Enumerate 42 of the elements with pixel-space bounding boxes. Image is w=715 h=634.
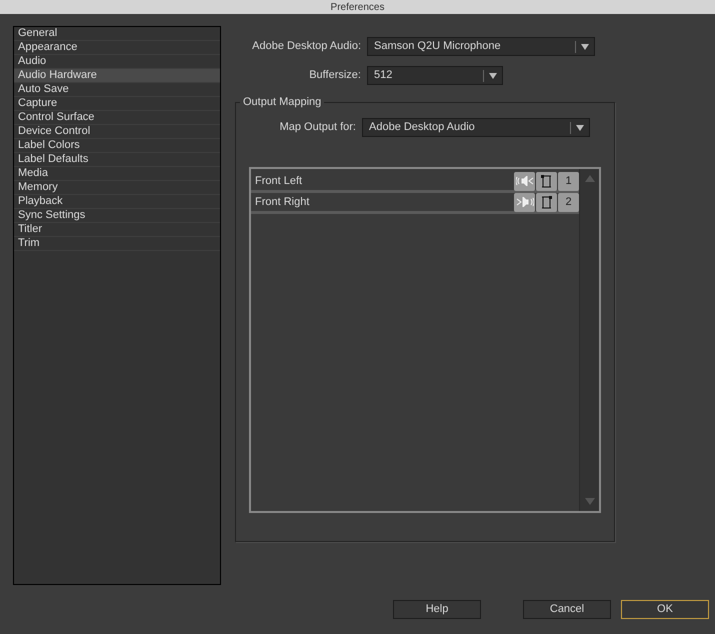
dialog-button[interactable]: OK xyxy=(621,600,709,619)
dropdown[interactable]: 512 xyxy=(367,66,503,85)
window-title: Preferences xyxy=(330,2,384,14)
speaker-icon xyxy=(516,176,534,186)
dialog-button[interactable]: Help xyxy=(393,600,481,619)
caret-icon xyxy=(576,124,584,130)
sidebar-item[interactable]: Appearance xyxy=(14,41,220,55)
sidebar-item[interactable]: Control Surface xyxy=(14,111,220,125)
caret-icon xyxy=(489,72,497,78)
speaker-icon xyxy=(516,197,534,207)
sidebar-item[interactable]: Memory xyxy=(14,181,220,195)
sidebar-item[interactable]: Trim xyxy=(14,237,220,251)
channel-number[interactable]: 1 xyxy=(558,172,579,190)
buffersize-label: Buffersize: xyxy=(308,68,361,84)
channel-row[interactable]: Front Right 2 xyxy=(251,193,579,214)
sidebar-item[interactable]: Auto Save xyxy=(14,83,220,97)
speaker-button[interactable] xyxy=(514,192,535,212)
bracket-button[interactable] xyxy=(536,172,557,190)
sidebar-item[interactable]: Label Defaults xyxy=(14,153,220,167)
group-title: Output Mapping xyxy=(240,95,324,109)
bracket-button[interactable] xyxy=(536,192,557,212)
dropdown[interactable]: Adobe Desktop Audio xyxy=(362,118,590,137)
speaker-button[interactable] xyxy=(514,172,535,190)
sidebar-item[interactable]: Playback xyxy=(14,195,220,209)
sidebar-item[interactable]: Audio Hardware xyxy=(14,69,220,83)
channel-name: Front Left xyxy=(255,174,304,189)
sidebar-item[interactable]: Media xyxy=(14,167,220,181)
caret-icon xyxy=(581,44,589,50)
device-label: Adobe Desktop Audio: xyxy=(251,39,361,54)
sidebar-item[interactable]: Label Colors xyxy=(14,139,220,153)
channel-number[interactable]: 2 xyxy=(558,192,579,212)
bracket-icon xyxy=(540,196,553,208)
sidebar-item[interactable]: Device Control xyxy=(14,125,220,139)
dialog-button[interactable]: Cancel xyxy=(523,600,611,619)
sidebar-item[interactable]: Capture xyxy=(14,97,220,111)
sidebar-item[interactable]: Sync Settings xyxy=(14,209,220,223)
dropdown[interactable]: Samson Q2U Microphone xyxy=(367,37,595,56)
channel-name: Front Right xyxy=(255,194,310,210)
bracket-icon xyxy=(540,174,553,188)
sidebar-item[interactable]: General xyxy=(14,27,220,41)
sidebar-item[interactable]: Titler xyxy=(14,223,220,237)
map-output-label: Map Output for: xyxy=(278,120,356,136)
